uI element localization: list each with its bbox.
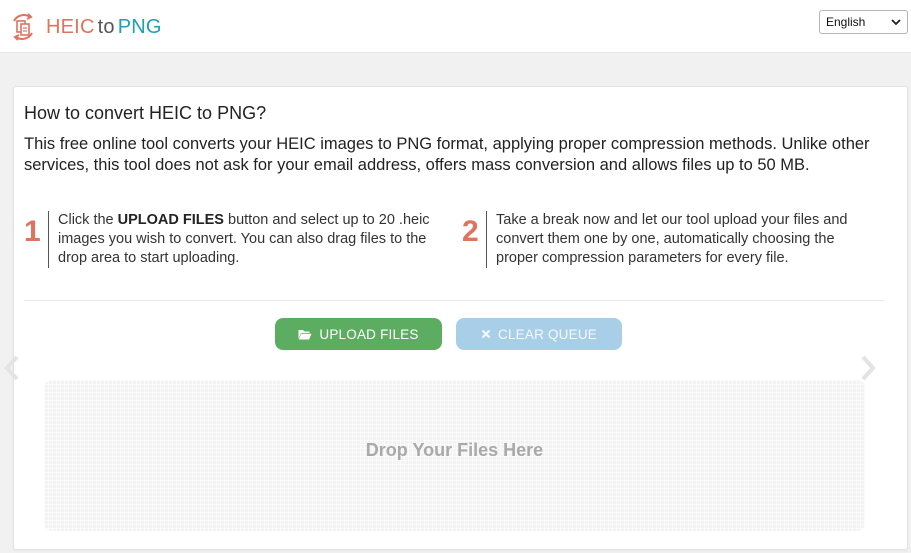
step-text: Take a break now and let our tool upload…	[486, 211, 878, 268]
logo-text: HEIC to PNG	[46, 16, 162, 39]
clear-queue-label: CLEAR QUEUE	[498, 326, 597, 342]
site-logo[interactable]: HEIC to PNG	[8, 10, 162, 44]
drop-area-label: Drop Your Files Here	[365, 440, 544, 460]
upload-files-button[interactable]: UPLOAD FILES	[275, 318, 442, 350]
step-number: 2	[462, 215, 479, 248]
language-select[interactable]: English	[819, 10, 908, 34]
intro-text: This free online tool converts your HEIC…	[24, 135, 870, 174]
folder-open-icon	[298, 329, 312, 339]
divider	[24, 300, 884, 301]
language-selected: English	[826, 15, 866, 29]
chevron-right-icon[interactable]	[860, 355, 876, 381]
clear-queue-button[interactable]: CLEAR QUEUE	[456, 318, 622, 350]
drop-area[interactable]: Drop Your Files Here	[44, 380, 865, 531]
logo-part-png: PNG	[117, 15, 162, 38]
step-text: Click the UPLOAD FILES button and select…	[48, 211, 440, 268]
header: HEIC to PNG English	[0, 0, 911, 53]
logo-part-to: to	[97, 15, 115, 38]
convert-files-icon	[13, 13, 33, 41]
step-number: 1	[24, 215, 41, 248]
converter-card: How to convert HEIC to PNG? This free on…	[13, 86, 908, 550]
page-title: How to convert HEIC to PNG?	[24, 103, 267, 123]
chevron-left-icon[interactable]	[4, 355, 20, 381]
chevron-down-icon	[891, 19, 901, 26]
step-text-pre: Click the	[58, 212, 118, 228]
logo-part-heic: HEIC	[46, 15, 95, 38]
upload-files-label: UPLOAD FILES	[319, 326, 419, 342]
close-icon	[481, 329, 491, 339]
step-text-bold: UPLOAD FILES	[117, 212, 224, 228]
